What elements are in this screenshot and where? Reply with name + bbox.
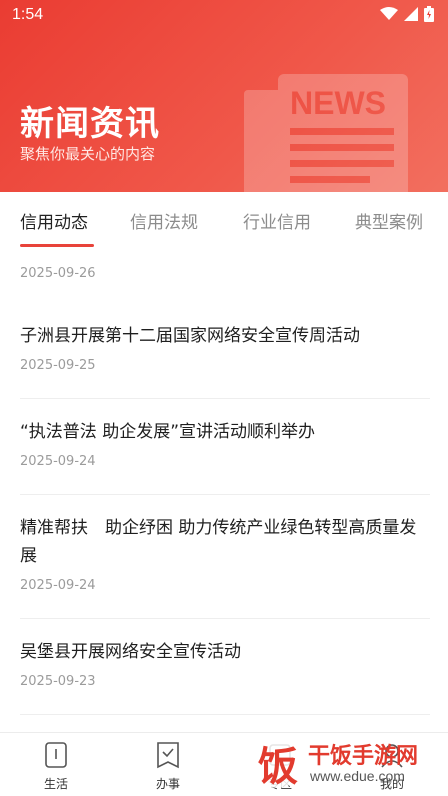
list-item-title: 精准帮扶 助企纾困 助力传统产业绿色转型高质量发展 — [20, 518, 417, 566]
status-icons — [380, 6, 434, 22]
status-time: 1:54 — [12, 6, 44, 23]
site-watermark: 饭 干饭手游网 www.edue.com — [250, 736, 440, 792]
nav-label-life: 生活 — [43, 777, 68, 791]
nav-label-service: 办事 — [155, 777, 180, 791]
life-icon — [45, 742, 67, 768]
list-divider — [20, 494, 430, 495]
news-header: 1:54 NEWS 新闻资讯 聚焦你最关心的内容 — [0, 0, 448, 192]
list-divider — [20, 398, 430, 399]
list-item[interactable]: “执法普法 助企发展”宣讲活动顺利举办 2025-09-24 — [20, 418, 430, 469]
page-title: 新闻资讯 — [20, 104, 160, 144]
list-divider — [20, 714, 430, 715]
nav-item-life[interactable]: 生活 — [26, 741, 86, 792]
tab-industry-credit[interactable]: 行业信用 — [243, 208, 311, 233]
page-subtitle: 聚焦你最关心的内容 — [20, 145, 156, 163]
tab-credit-regulations[interactable]: 信用法规 — [130, 208, 198, 233]
battery-icon — [424, 6, 434, 22]
list-item-date: 2025-09-25 — [20, 358, 96, 373]
list-item-date: 2025-09-23 — [20, 674, 96, 689]
signal-icon — [404, 7, 418, 21]
nav-item-service[interactable]: 办事 — [138, 741, 198, 792]
watermark-url: www.edue.com — [310, 768, 405, 784]
watermark-text: 干饭手游网 — [308, 744, 419, 769]
watermark-logo-icon: 饭 — [254, 740, 302, 790]
tab-typical-cases[interactable]: 典型案例 — [355, 208, 423, 233]
list-item-date: 2025-09-26 — [20, 266, 96, 281]
status-bar: 1:54 — [0, 0, 448, 32]
list-item-date: 2025-09-24 — [20, 454, 96, 469]
list-item[interactable]: 吴堡县开展网络安全宣传活动 2025-09-23 — [20, 638, 430, 689]
list-item-title: 子洲县开展第十二届国家网络安全宣传周活动 — [20, 326, 360, 346]
newspaper-illustration: NEWS — [244, 74, 408, 192]
service-check-icon — [157, 742, 179, 769]
list-item-title: “执法普法 助企发展”宣讲活动顺利举办 — [20, 422, 316, 442]
news-art-label: NEWS — [290, 85, 386, 121]
active-tab-indicator — [20, 244, 94, 247]
wifi-icon — [380, 7, 398, 20]
list-divider — [20, 618, 430, 619]
list-item-date: 2025-09-24 — [20, 578, 96, 593]
list-item[interactable]: 子洲县开展第十二届国家网络安全宣传周活动 2025-09-25 — [20, 322, 430, 373]
list-item[interactable]: 精准帮扶 助企纾困 助力传统产业绿色转型高质量发展 2025-09-24 — [20, 514, 430, 593]
list-item-title: 吴堡县开展网络安全宣传活动 — [20, 642, 241, 662]
tab-credit-news[interactable]: 信用动态 — [20, 208, 88, 233]
category-tabs: 信用动态 信用法规 行业信用 典型案例 — [0, 192, 448, 252]
watermark-logo-char: 饭 — [258, 744, 298, 790]
